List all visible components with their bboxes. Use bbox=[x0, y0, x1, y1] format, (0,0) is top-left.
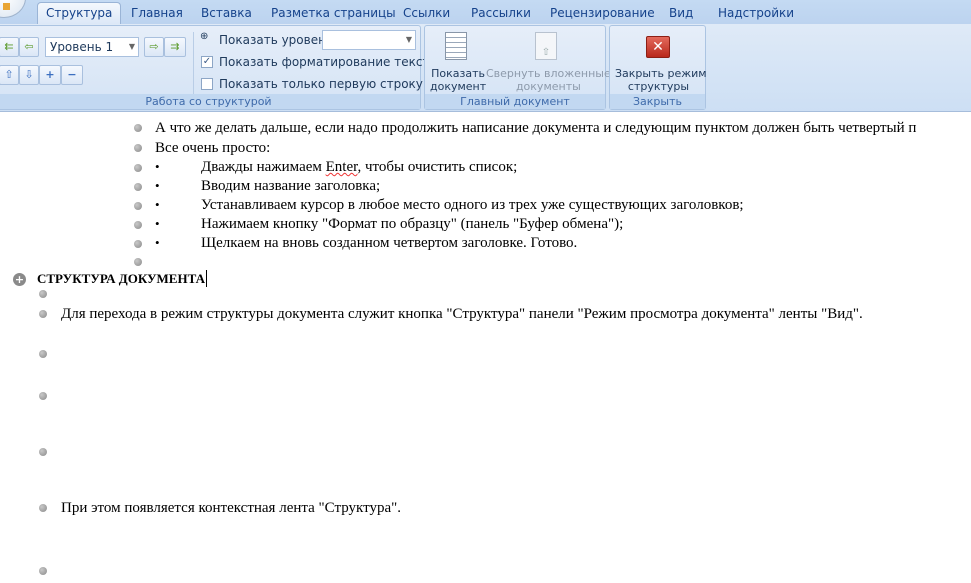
outline-level-select[interactable]: Уровень 1 ▼ bbox=[45, 37, 139, 57]
collapse-subdocuments-icon: ⇧ bbox=[535, 32, 557, 60]
ribbon-tab-bar: Структура Главная Вставка Разметка стран… bbox=[0, 0, 971, 24]
list-bullet-icon: • bbox=[155, 216, 160, 231]
list-bullet-icon: • bbox=[155, 197, 160, 212]
expand-heading-icon[interactable]: + bbox=[13, 273, 26, 286]
document-area[interactable]: А что же делать дальше, если надо продол… bbox=[0, 112, 971, 583]
outline-bullet-icon[interactable] bbox=[134, 258, 142, 266]
outline-bullet-icon[interactable] bbox=[134, 183, 142, 191]
tab-addins[interactable]: Надстройки bbox=[718, 5, 794, 24]
promote-icon[interactable]: ⇦ bbox=[19, 37, 39, 57]
expand-icon[interactable]: + bbox=[39, 65, 61, 85]
outline-bullet-icon[interactable] bbox=[134, 240, 142, 248]
text-part: Дважды нажимаем bbox=[201, 159, 326, 175]
outline-text[interactable]: А что же делать дальше, если надо продол… bbox=[155, 119, 916, 138]
promote-to-heading1-icon[interactable]: ⇇ bbox=[0, 37, 19, 57]
first-line-only-label: Показать только первую строку bbox=[219, 77, 423, 91]
tab-outline[interactable]: Структура bbox=[37, 2, 122, 24]
close-label-1: Закрыть режим bbox=[615, 67, 707, 80]
outline-text[interactable]: Щелкаем на вновь созданном четвертом заг… bbox=[201, 234, 577, 253]
office-button[interactable] bbox=[0, 0, 26, 18]
show-document-icon bbox=[445, 32, 467, 60]
show-document-label-2: документ bbox=[430, 80, 487, 93]
collapse-label-1: Свернуть вложенные bbox=[486, 67, 611, 80]
outline-bullet-icon[interactable] bbox=[39, 350, 47, 358]
outline-bullet-icon[interactable] bbox=[39, 290, 47, 298]
group-label: Закрыть bbox=[610, 94, 705, 109]
outline-text[interactable]: Нажимаем кнопку "Формат по образцу" (пан… bbox=[201, 215, 623, 234]
outline-bullet-icon[interactable] bbox=[134, 164, 142, 172]
collapse-label-2: документы bbox=[515, 80, 581, 93]
outline-bullet-icon[interactable] bbox=[39, 310, 47, 318]
ribbon: ⇇ ⇦ Уровень 1 ▼ ⇨ ⇉ ⇧ ⇩ + − ⊕ Показать ур… bbox=[0, 24, 971, 112]
show-document-label-1: Показать bbox=[431, 67, 486, 80]
tab-insert[interactable]: Вставка bbox=[201, 5, 252, 24]
outline-text[interactable]: Все очень просто: bbox=[155, 139, 270, 158]
outline-bullet-icon[interactable] bbox=[39, 392, 47, 400]
close-group: ✕ Закрыть режим структуры Закрыть bbox=[609, 25, 707, 110]
tab-references[interactable]: Ссылки bbox=[403, 5, 450, 24]
outline-text[interactable]: Для перехода в режим структуры документа… bbox=[61, 305, 863, 324]
outline-bullet-icon[interactable] bbox=[134, 124, 142, 132]
close-icon: ✕ bbox=[646, 36, 670, 58]
show-formatting-label: Показать форматирование текста bbox=[219, 55, 437, 69]
outline-text[interactable]: При этом появляется контекстная лента "С… bbox=[61, 499, 401, 518]
outline-text[interactable]: Дважды нажимаем Enter, чтобы очистить сп… bbox=[201, 158, 517, 177]
demote-icon[interactable]: ⇨ bbox=[144, 37, 164, 57]
outline-text[interactable]: Устанавливаем курсор в любое место одног… bbox=[201, 196, 744, 215]
text-part: , чтобы очистить список; bbox=[357, 159, 518, 175]
outline-bullet-icon[interactable] bbox=[134, 221, 142, 229]
close-label-2: структуры bbox=[627, 80, 690, 93]
tab-page-layout[interactable]: Разметка страницы bbox=[271, 5, 396, 24]
demote-to-body-icon[interactable]: ⇉ bbox=[164, 37, 186, 57]
outline-bullet-icon[interactable] bbox=[134, 144, 142, 152]
show-document-button[interactable]: Показать документ bbox=[430, 67, 486, 93]
separator bbox=[193, 32, 194, 94]
outline-bullet-icon[interactable] bbox=[39, 448, 47, 456]
close-outline-view-button[interactable]: Закрыть режим структуры bbox=[615, 67, 707, 93]
list-bullet-icon: • bbox=[155, 178, 160, 193]
move-up-icon[interactable]: ⇧ bbox=[0, 65, 19, 85]
show-level-icon: ⊕ bbox=[200, 31, 209, 42]
chevron-down-icon: ▼ bbox=[128, 42, 135, 51]
first-line-only-checkbox[interactable] bbox=[201, 78, 213, 90]
list-bullet-icon: • bbox=[155, 235, 160, 250]
show-level-select[interactable]: ▼ bbox=[322, 30, 416, 50]
outline-bullet-icon[interactable] bbox=[39, 567, 47, 575]
group-label: Работа со структурой bbox=[0, 94, 420, 109]
list-bullet-icon: • bbox=[155, 159, 160, 174]
group-label: Главный документ bbox=[425, 94, 605, 109]
show-formatting-checkbox[interactable]: ✓ bbox=[201, 56, 213, 68]
move-down-icon[interactable]: ⇩ bbox=[19, 65, 39, 85]
outline-bullet-icon[interactable] bbox=[39, 504, 47, 512]
spelling-error-word: Enter bbox=[325, 159, 358, 175]
show-level-label: Показать уровень: bbox=[219, 33, 338, 47]
tab-view[interactable]: Вид bbox=[669, 5, 693, 24]
tab-review[interactable]: Рецензирование bbox=[550, 5, 655, 24]
outline-text[interactable]: Вводим название заголовка; bbox=[201, 177, 380, 196]
collapse-icon[interactable]: − bbox=[61, 65, 83, 85]
outline-tools-group: ⇇ ⇦ Уровень 1 ▼ ⇨ ⇉ ⇧ ⇩ + − ⊕ Показать ур… bbox=[0, 25, 437, 110]
outline-bullet-icon[interactable] bbox=[134, 202, 142, 210]
master-document-group: Показать документ ⇧ Свернуть вложенные док… bbox=[424, 25, 611, 110]
heading-text[interactable]: СТРУКТУРА ДОКУМЕНТА bbox=[37, 270, 207, 287]
chevron-down-icon: ▼ bbox=[405, 35, 412, 44]
tab-mailings[interactable]: Рассылки bbox=[471, 5, 531, 24]
tab-home[interactable]: Главная bbox=[131, 5, 183, 24]
collapse-subdocuments-button: Свернуть вложенные документы bbox=[486, 67, 611, 93]
level-value: Уровень 1 bbox=[50, 40, 114, 54]
